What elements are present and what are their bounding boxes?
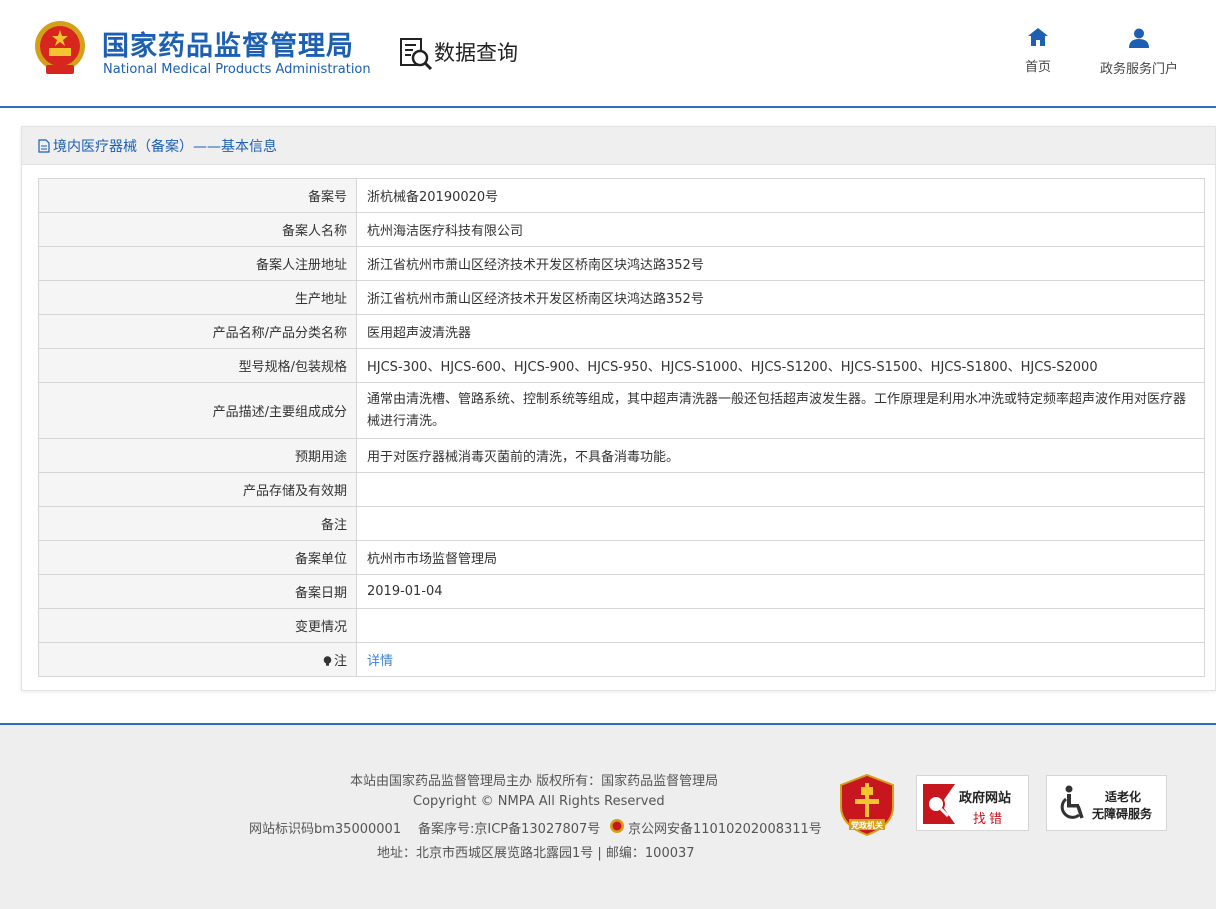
table-row: 产品存储及有效期 [38, 472, 1205, 507]
field-value: 用于对医疗器械消毒灭菌前的清洗，不具备消毒功能。 [356, 438, 1205, 473]
data-query-icon [400, 38, 433, 71]
footer-sponsor: 本站由国家药品监督管理局主办 版权所有：国家药品监督管理局 [350, 774, 719, 789]
table-row: 变更情况 [38, 608, 1205, 643]
info-table: 备案号 浙杭械备20190020号 备案人名称 杭州海洁医疗科技有限公司 备案人… [38, 178, 1205, 677]
field-label: 型号规格/包装规格 [38, 348, 357, 383]
accessibility-service-label: 无障碍服务 [1092, 807, 1153, 821]
user-icon [1129, 28, 1149, 48]
field-label: 备案号 [38, 178, 357, 213]
field-value [356, 608, 1205, 643]
note-label-cell: 注 [38, 642, 357, 677]
table-row: 备案单位 杭州市市场监督管理局 [38, 540, 1205, 575]
field-label: 备案日期 [38, 574, 357, 609]
page-title: 数据查询 [434, 41, 518, 65]
nav-portal-label: 政务服务门户 [1099, 62, 1178, 77]
field-label: 产品存储及有效期 [38, 472, 357, 507]
field-value [356, 506, 1205, 541]
nav-gov-service-portal[interactable]: 政务服务门户 [1094, 28, 1184, 77]
field-value: 杭州海洁医疗科技有限公司 [356, 212, 1205, 247]
table-row: 产品描述/主要组成成分 通常由清洗槽、管路系统、控制系统等组成，其中超声清洗器一… [38, 382, 1205, 439]
table-row: 生产地址 浙江省杭州市萧山区经济技术开发区桥南区块鸿达路352号 [38, 280, 1205, 315]
footer-site-id: 网站标识码bm35000001 [249, 822, 402, 837]
field-label: 生产地址 [38, 280, 357, 315]
nav-home[interactable]: 首页 [1016, 28, 1060, 75]
police-badge-icon [610, 819, 624, 833]
field-label: 变更情况 [38, 608, 357, 643]
panel-header: 境内医疗器械（备案）——基本信息 [22, 127, 1215, 165]
elderly-friendly-label: 适老化 [1105, 790, 1142, 804]
field-value: 浙江省杭州市萧山区经济技术开发区桥南区块鸿达路352号 [356, 280, 1205, 315]
field-value: 通常由清洗槽、管路系统、控制系统等组成，其中超声清洗器一般还包括超声波发生器。工… [356, 382, 1205, 439]
field-label: 备注 [38, 506, 357, 541]
footer-police-link[interactable]: 京公网安备11010202008311号 [628, 818, 822, 837]
note-value-cell: 详情 [356, 642, 1205, 677]
field-label: 备案人注册地址 [38, 246, 357, 281]
footer-address: 地址：北京市西城区展览路北露园1号 | 邮编：100037 [377, 846, 695, 861]
footer-icp-link[interactable]: 备案序号:京ICP备13027807号 [418, 818, 600, 837]
table-row: 备案号 浙杭械备20190020号 [38, 178, 1205, 213]
details-link[interactable]: 详情 [367, 654, 393, 669]
field-label: 产品描述/主要组成成分 [38, 382, 357, 439]
org-name-en[interactable]: National Medical Products Administration [103, 62, 371, 77]
site-header: 国家药品监督管理局 National Medical Products Admi… [0, 0, 1216, 108]
national-emblem-icon [35, 21, 85, 74]
document-icon [38, 138, 50, 153]
party-gov-badge[interactable]: 党政机关 [839, 773, 895, 837]
wheelchair-icon [1060, 785, 1084, 819]
device-info-panel: 境内医疗器械（备案）——基本信息 备案号 浙杭械备20190020号 备案人名称… [21, 126, 1216, 691]
field-label: 备案单位 [38, 540, 357, 575]
table-row-note: 注 详情 [38, 642, 1205, 677]
table-row: 预期用途 用于对医疗器械消毒灭菌前的清洗，不具备消毒功能。 [38, 438, 1205, 473]
table-row: 备注 [38, 506, 1205, 541]
gov-site-error-badge[interactable]: 政府网站 找错 [916, 775, 1029, 831]
field-value: 2019-01-04 [356, 574, 1205, 609]
field-label: 预期用途 [38, 438, 357, 473]
accessibility-badge[interactable]: 适老化 无障碍服务 [1046, 775, 1167, 831]
party-gov-label: 党政机关 [851, 821, 883, 830]
field-value: HJCS-300、HJCS-600、HJCS-900、HJCS-950、HJCS… [356, 348, 1205, 383]
field-value: 医用超声波清洗器 [356, 314, 1205, 349]
find-error-label: 找错 [973, 812, 1006, 827]
field-value: 浙江省杭州市萧山区经济技术开发区桥南区块鸿达路352号 [356, 246, 1205, 281]
note-label: 注 [333, 654, 347, 669]
lightbulb-icon [323, 656, 332, 666]
field-value [356, 472, 1205, 507]
field-label: 产品名称/产品分类名称 [38, 314, 357, 349]
table-row: 备案日期 2019-01-04 [38, 574, 1205, 609]
field-value: 浙杭械备20190020号 [356, 178, 1205, 213]
field-label: 备案人名称 [38, 212, 357, 247]
table-row: 产品名称/产品分类名称 医用超声波清洗器 [38, 314, 1205, 349]
table-row: 型号规格/包装规格 HJCS-300、HJCS-600、HJCS-900、HJC… [38, 348, 1205, 383]
gov-site-label: 政府网站 [959, 791, 1012, 806]
table-row: 备案人名称 杭州海洁医疗科技有限公司 [38, 212, 1205, 247]
panel-title: 境内医疗器械（备案）——基本信息 [53, 138, 277, 155]
search-error-icon [923, 784, 955, 824]
site-footer: 本站由国家药品监督管理局主办 版权所有：国家药品监督管理局 Copyright … [0, 723, 1216, 909]
org-name-cn[interactable]: 国家药品监督管理局 [102, 24, 354, 63]
nav-home-label: 首页 [1024, 60, 1051, 75]
field-value: 杭州市市场监督管理局 [356, 540, 1205, 575]
table-row: 备案人注册地址 浙江省杭州市萧山区经济技术开发区桥南区块鸿达路352号 [38, 246, 1205, 281]
footer-copyright: Copyright © NMPA All Rights Reserved [413, 794, 665, 809]
home-icon [1028, 28, 1048, 46]
